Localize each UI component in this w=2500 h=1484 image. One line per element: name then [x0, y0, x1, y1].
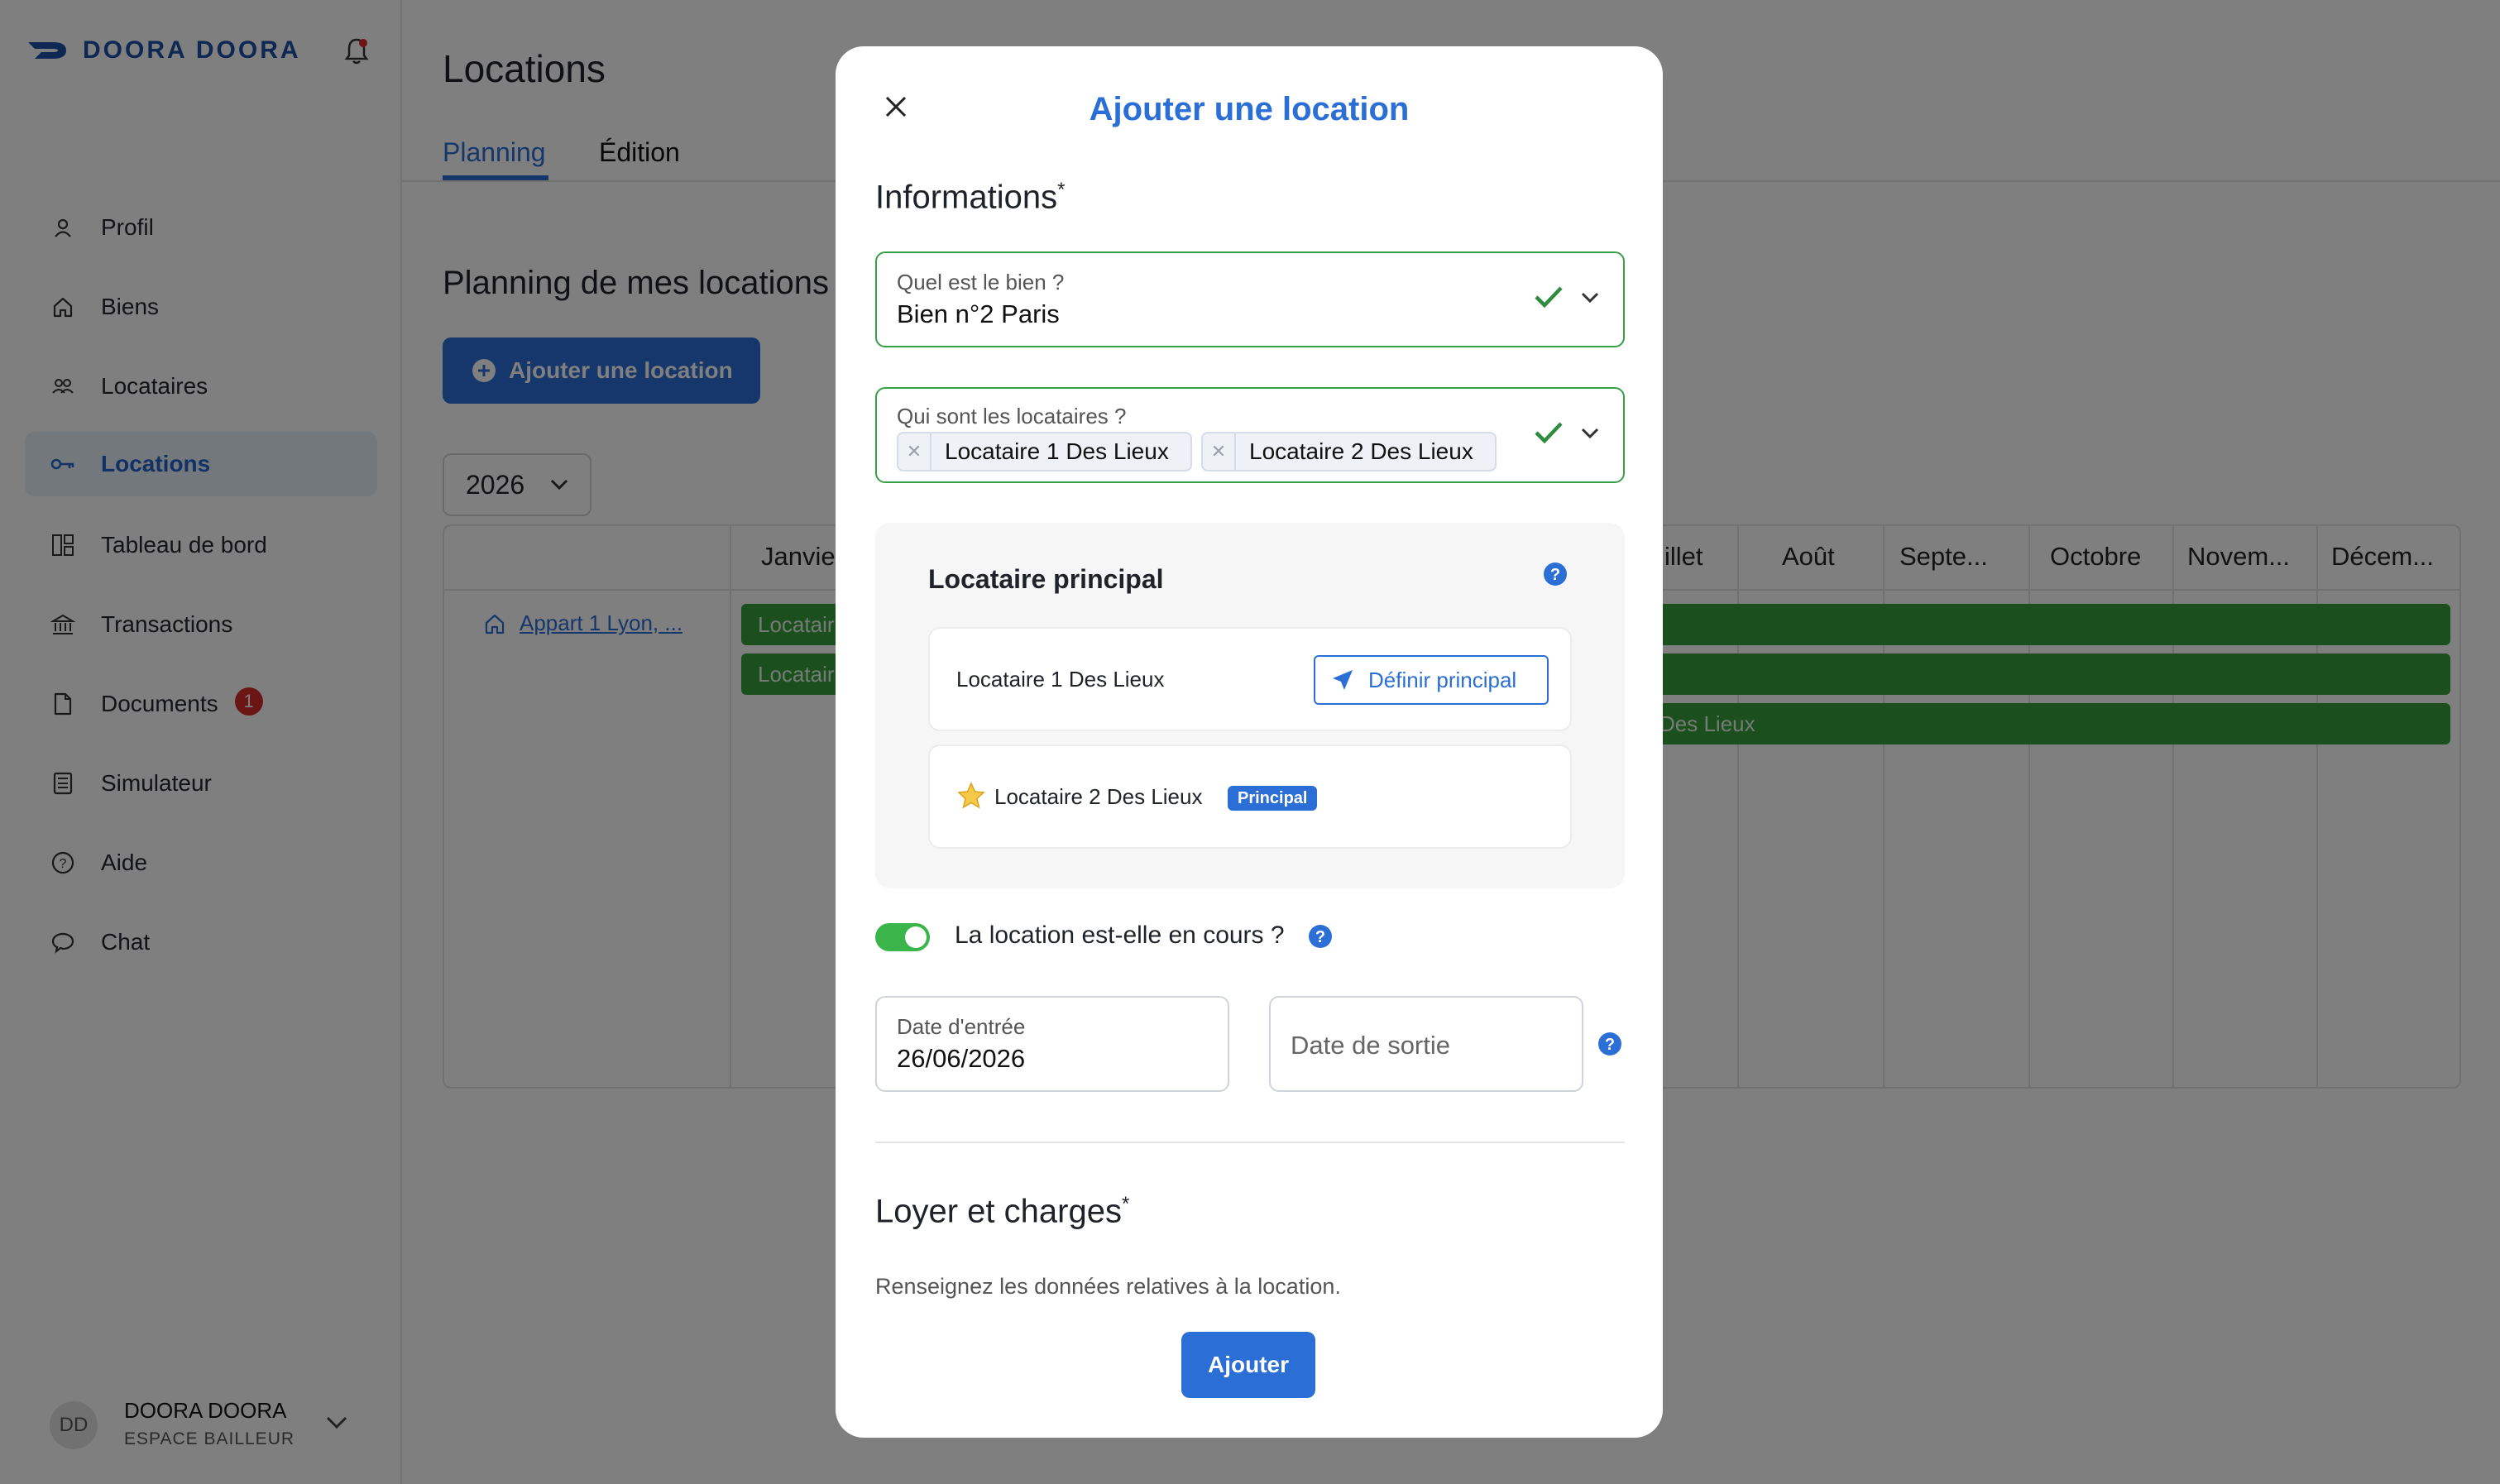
chevron-down-icon: [1581, 292, 1599, 304]
informations-heading: Informations*: [875, 179, 1066, 216]
principal-badge: Principal: [1228, 786, 1318, 811]
en-cours-toggle[interactable]: [875, 923, 930, 951]
principal-heading: Locataire principal: [928, 564, 1164, 594]
loyer-heading: Loyer et charges*: [875, 1193, 1130, 1230]
tenant-card: Locataire 1 Des Lieux Définir principal: [928, 627, 1572, 731]
help-badge-icon[interactable]: ?: [1597, 1031, 1623, 1057]
tenants-select[interactable]: Qui sont les locataires ? ✕ Locataire 1 …: [875, 387, 1625, 483]
check-icon: [1535, 286, 1563, 309]
toggle-knob: [905, 926, 927, 948]
remove-chip-icon[interactable]: ✕: [898, 433, 932, 470]
tenant-card: Locataire 2 Des Lieux Principal: [928, 744, 1572, 849]
property-select[interactable]: Quel est le bien ? Bien n°2 Paris: [875, 251, 1625, 347]
loyer-description: Renseignez les données relatives à la lo…: [875, 1274, 1341, 1299]
remove-chip-icon[interactable]: ✕: [1203, 433, 1236, 470]
svg-text:?: ?: [1315, 928, 1325, 946]
submit-button[interactable]: Ajouter: [1181, 1332, 1315, 1398]
section-divider: [875, 1142, 1625, 1143]
svg-text:?: ?: [1605, 1036, 1615, 1054]
svg-text:?: ?: [1550, 566, 1560, 584]
send-icon: [1333, 670, 1353, 690]
chevron-down-icon: [1581, 428, 1599, 439]
star-icon: [957, 782, 985, 809]
en-cours-label: La location est-elle en cours ?: [955, 922, 1285, 949]
exit-date-field[interactable]: Date de sortie: [1269, 996, 1583, 1092]
help-badge-icon[interactable]: ?: [1307, 923, 1334, 950]
tenant-chip[interactable]: ✕ Locataire 1 Des Lieux: [897, 432, 1192, 472]
entry-date-field[interactable]: Date d'entrée 26/06/2026: [875, 996, 1229, 1092]
tenant-name: Locataire 1 Des Lieux: [956, 667, 1165, 692]
modal-title: Ajouter une location: [1089, 91, 1410, 127]
tenant-name: Locataire 2 Des Lieux: [994, 784, 1203, 809]
help-badge-icon[interactable]: ?: [1542, 561, 1568, 587]
check-icon: [1535, 422, 1563, 444]
tenant-chip[interactable]: ✕ Locataire 2 Des Lieux: [1201, 432, 1497, 472]
principal-tenant-panel: Locataire principal ? Locataire 1 Des Li…: [875, 523, 1625, 888]
set-principal-button[interactable]: Définir principal: [1314, 655, 1549, 705]
add-location-modal: Ajouter une location Informations* Quel …: [836, 46, 1663, 1438]
